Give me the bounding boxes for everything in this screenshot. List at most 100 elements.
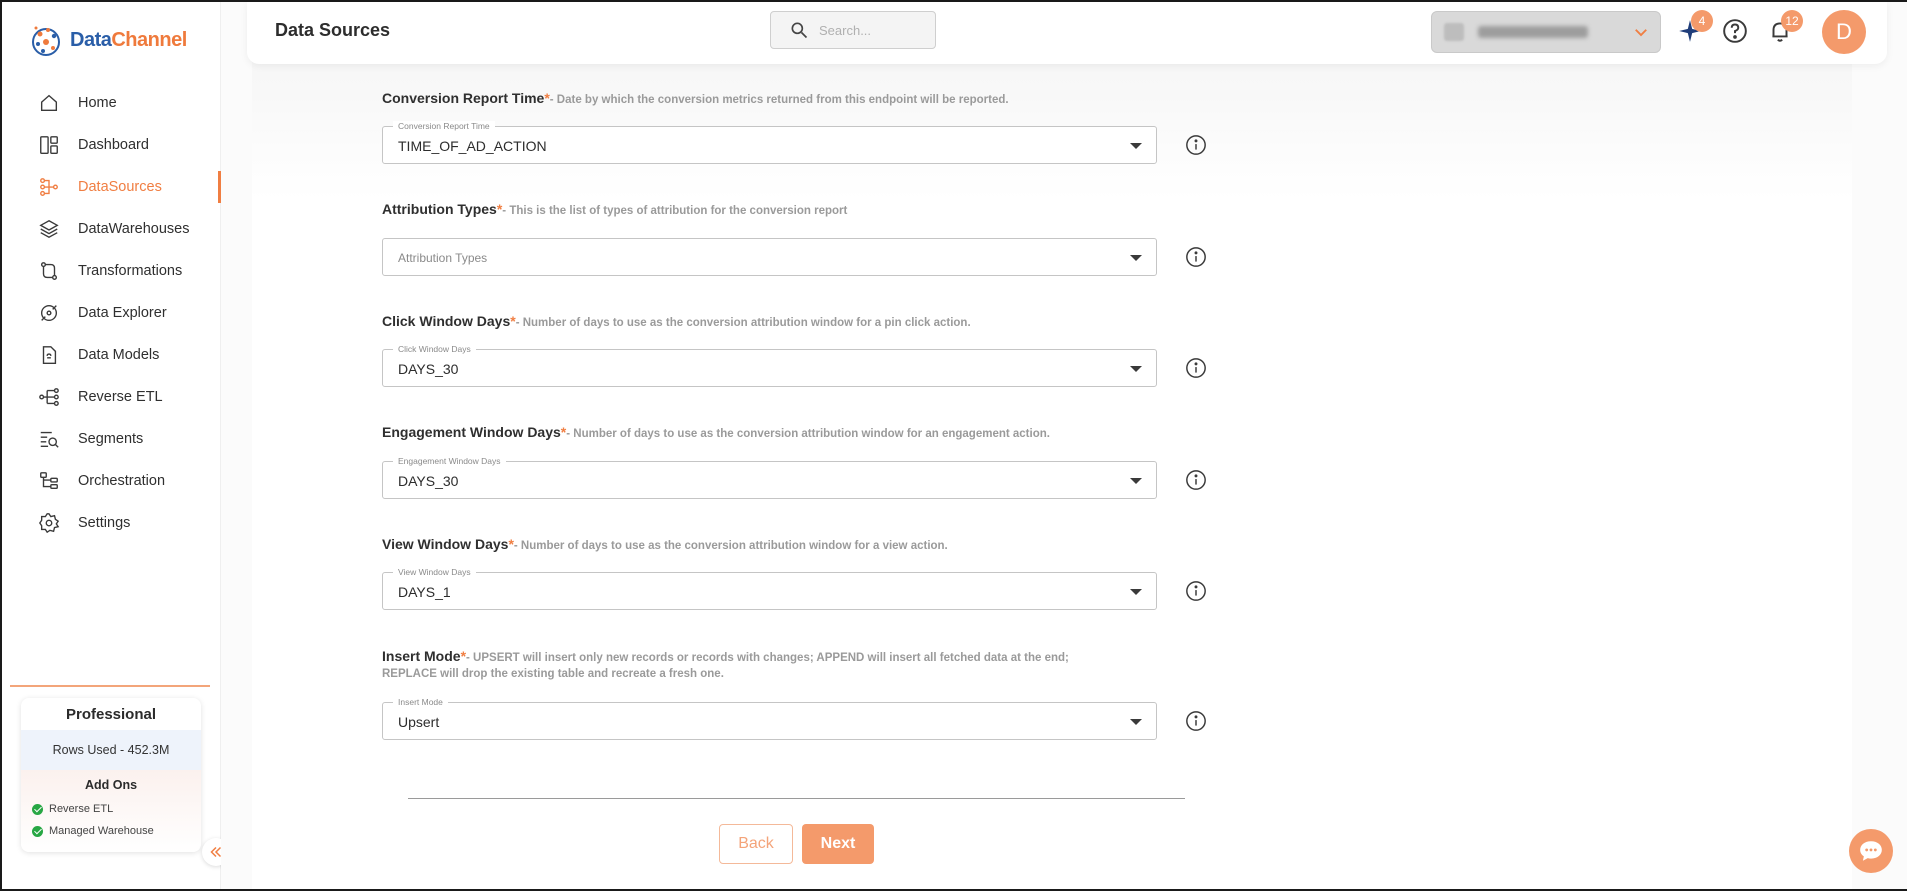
info-icon[interactable] [1185,357,1207,379]
floating-label: Conversion Report Time [393,121,495,131]
datasources-icon [40,178,58,196]
ai-sparkle-button[interactable]: 4 [1677,10,1713,44]
sidebar-item-label: Settings [78,515,131,531]
floating-label: Insert Mode [393,697,448,707]
info-icon[interactable] [1185,580,1207,602]
sidebar-item-label: Reverse ETL [78,389,163,405]
back-button[interactable]: Back [719,824,793,864]
workspace-icon [1444,23,1464,41]
dashboard-icon [40,136,58,154]
sparkle-badge: 4 [1691,10,1713,32]
sidebar-item-data-models[interactable]: Data Models [2,334,221,376]
addon-item: Reverse ETL [21,798,201,820]
selected-value: Upsert [398,714,440,730]
selected-value: DAYS_30 [398,473,459,489]
rows-used: Rows Used - 452.3M [21,730,201,770]
field-label-view-window-days: View Window Days*- Number of days to use… [382,536,948,552]
info-icon[interactable] [1185,469,1207,491]
info-icon[interactable] [1185,710,1207,732]
chat-support-button[interactable] [1849,829,1893,873]
help-icon [1723,19,1747,43]
sidebar-item-label: Segments [78,431,144,447]
sidebar-item-reverse-etl[interactable]: Reverse ETL [2,376,221,418]
top-bar: Data Sources Search... 4 12 D [247,2,1887,64]
home-icon [40,94,58,112]
gear-icon [39,513,60,534]
select-placeholder: Attribution Types [398,251,488,265]
search-box[interactable]: Search... [770,11,936,49]
datachannel-logo-icon [32,26,60,56]
sidebar-nav: Home Dashboard DataSources DataWarehouse… [2,82,221,544]
floating-label: Engagement Window Days [393,456,506,466]
reverse-etl-icon [39,388,59,406]
brand-name: DataChannel [70,28,187,51]
insert-mode-select[interactable]: Insert Mode Upsert [382,697,1157,740]
explorer-icon [40,304,58,322]
sidebar-item-dashboard[interactable]: Dashboard [2,124,221,166]
search-input[interactable]: Search... [819,23,871,38]
plan-title: Professional [65,705,157,723]
field-label-conversion-report-time: Conversion Report Time*- Date by which t… [382,90,1009,106]
field-label-insert-mode: Insert Mode*- UPSERT will insert only ne… [382,648,1069,664]
sidebar-item-label: Dashboard [78,137,149,153]
sidebar-item-label: Transformations [78,263,183,279]
notifications-button[interactable]: 12 [1767,10,1803,44]
check-circle-icon [32,825,43,837]
sidebar-item-settings[interactable]: Settings [2,502,221,544]
next-button[interactable]: Next [802,824,874,864]
addons-section: Add Ons Reverse ETL Managed Warehouse [21,770,201,852]
data-models-icon [42,346,57,364]
caret-down-icon [1130,589,1142,595]
sidebar-item-orchestration[interactable]: Orchestration [2,460,221,502]
sidebar-item-label: Data Models [78,347,160,363]
plan-divider [10,685,210,687]
avatar[interactable]: D [1822,10,1866,54]
orchestration-icon [40,472,58,490]
sidebar-item-label: DataWarehouses [78,221,190,237]
segments-icon [40,431,59,448]
attribution-types-select[interactable]: Attribution Types [382,238,1157,276]
check-circle-icon [32,803,43,815]
info-icon[interactable] [1185,134,1207,156]
caret-down-icon [1130,143,1142,149]
sidebar: DataChannel Home Dashboard DataSources D… [2,2,221,889]
addon-item: Managed Warehouse [21,820,201,842]
sidebar-item-home[interactable]: Home [2,82,221,124]
search-icon [791,22,808,39]
field-label-click-window-days: Click Window Days*- Number of days to us… [382,313,971,329]
transformations-icon [40,262,58,280]
chevron-down-icon [1635,29,1647,37]
floating-label: Click Window Days [393,344,476,354]
info-icon[interactable] [1185,246,1207,268]
plan-card: Professional Rows Used - 452.3M Add Ons … [21,698,201,852]
sidebar-item-label: Home [78,95,117,111]
floating-label: View Window Days [393,567,476,577]
caret-down-icon [1130,719,1142,725]
form-divider [408,798,1185,799]
sidebar-item-datawarehouses[interactable]: DataWarehouses [2,208,221,250]
addons-title: Add Ons [84,778,138,792]
view-window-days-select[interactable]: View Window Days DAYS_1 [382,567,1157,610]
click-window-days-select[interactable]: Click Window Days DAYS_30 [382,344,1157,387]
engagement-window-days-select[interactable]: Engagement Window Days DAYS_30 [382,456,1157,499]
selected-value: DAYS_30 [398,361,459,377]
sidebar-item-label: Data Explorer [78,305,167,321]
sidebar-item-label: DataSources [78,179,162,195]
caret-down-icon [1130,478,1142,484]
insert-mode-hint-line2: REPLACE will drop the existing table and… [382,668,724,680]
help-button[interactable] [1722,18,1748,44]
sidebar-item-datasources[interactable]: DataSources [2,166,221,208]
sidebar-item-segments[interactable]: Segments [2,418,221,460]
brand-logo[interactable]: DataChannel [28,20,187,60]
conversion-report-time-select[interactable]: Conversion Report Time TIME_OF_AD_ACTION [382,121,1157,164]
workspace-selector[interactable] [1431,11,1661,53]
sidebar-item-label: Orchestration [78,473,166,489]
page-title: Data Sources [275,20,391,40]
sidebar-item-transformations[interactable]: Transformations [2,250,221,292]
workspace-name-redacted [1478,26,1588,38]
field-label-engagement-window-days: Engagement Window Days*- Number of days … [382,424,1050,440]
selected-value: DAYS_1 [398,584,451,600]
caret-down-icon [1130,366,1142,372]
selected-value: TIME_OF_AD_ACTION [398,138,547,154]
sidebar-item-data-explorer[interactable]: Data Explorer [2,292,221,334]
